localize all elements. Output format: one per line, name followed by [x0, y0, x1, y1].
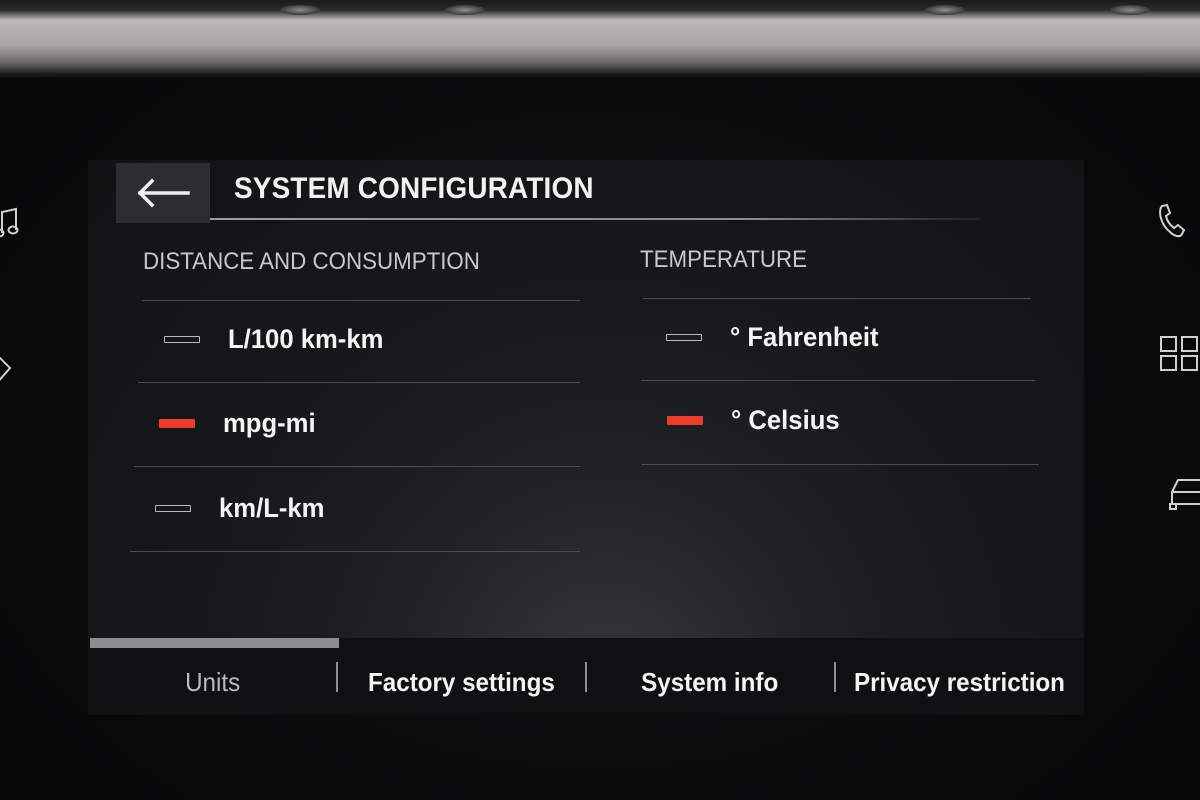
page-title: SYSTEM CONFIGURATION [234, 172, 594, 205]
radio-indicator-selected [667, 416, 703, 425]
option-km-per-l[interactable]: km/L-km [155, 493, 330, 524]
divider [134, 466, 580, 467]
settings-screen: SYSTEM CONFIGURATION DISTANCE AND CONSUM… [88, 160, 1084, 715]
option-label: L/100 km-km [228, 324, 384, 354]
tab-units[interactable]: Units [90, 662, 336, 702]
head-unit-frame: SYSTEM CONFIGURATION DISTANCE AND CONSUM… [0, 0, 1200, 800]
option-l-per-100km[interactable]: L/100 km-km [164, 324, 392, 355]
divider [641, 380, 1035, 381]
option-mpg-mi[interactable]: mpg-mi [159, 408, 321, 439]
car-icon[interactable] [1168, 474, 1200, 510]
top-bezel-trim [0, 0, 1200, 78]
radio-indicator [164, 336, 200, 343]
navigation-arrow-icon[interactable] [0, 350, 14, 386]
distance-section-heading: DISTANCE AND CONSUMPTION [143, 248, 480, 275]
active-tab-indicator [90, 638, 339, 648]
option-label: ° Celsius [731, 405, 840, 435]
radio-indicator [155, 505, 191, 512]
phone-icon[interactable] [1154, 200, 1190, 240]
option-celsius[interactable]: ° Celsius [667, 405, 845, 436]
title-underline [210, 218, 980, 220]
radio-indicator-selected [159, 419, 195, 428]
apps-grid-icon[interactable] [1160, 336, 1200, 372]
divider [643, 298, 1031, 299]
option-label: mpg-mi [223, 408, 316, 438]
tab-label: Units [185, 666, 241, 697]
divider [641, 464, 1039, 465]
option-fahrenheit[interactable]: ° Fahrenheit [666, 322, 886, 353]
temperature-section-heading: TEMPERATURE [640, 246, 808, 273]
back-button[interactable] [116, 163, 210, 223]
tab-label: System info [641, 666, 779, 697]
arrow-left-icon [137, 178, 190, 208]
tab-label: Privacy restriction [853, 666, 1065, 697]
divider [138, 382, 580, 383]
music-note-icon[interactable] [0, 206, 20, 240]
tab-factory-settings[interactable]: Factory settings [338, 662, 584, 702]
radio-indicator [666, 334, 702, 341]
tab-label: Factory settings [367, 666, 555, 697]
divider [142, 300, 580, 301]
option-label: km/L-km [219, 493, 325, 523]
bottom-tab-bar: Units Factory settings System info Priva… [88, 638, 1084, 715]
option-label: ° Fahrenheit [730, 322, 879, 352]
divider [130, 551, 580, 552]
tab-system-info[interactable]: System info [587, 662, 833, 702]
tab-privacy-restriction[interactable]: Privacy restriction [836, 662, 1082, 702]
